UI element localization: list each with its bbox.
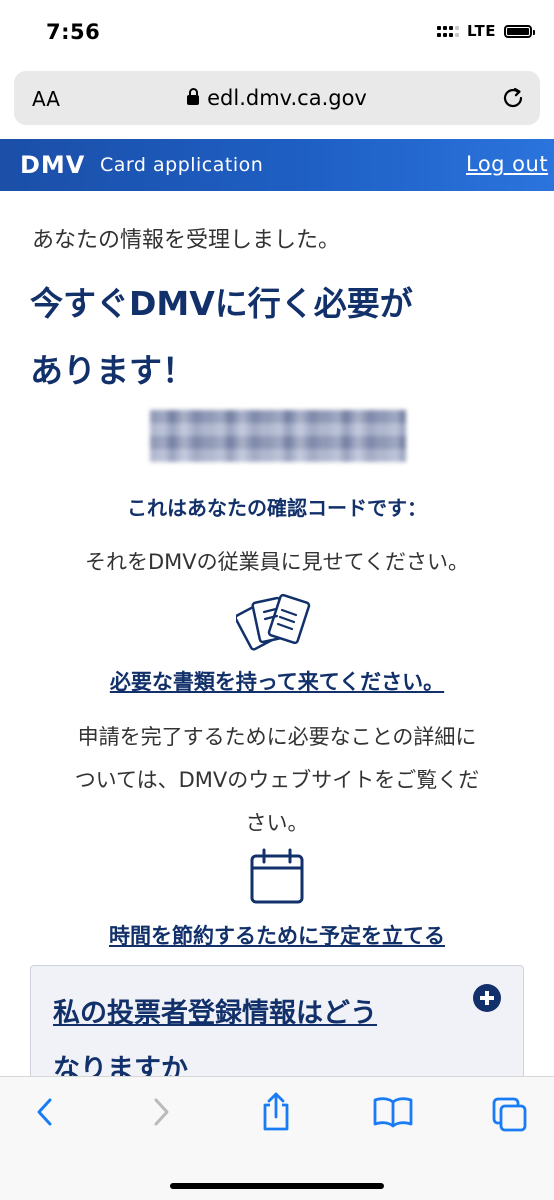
url-display[interactable]: edl.dmv.ca.gov [14,86,540,110]
calendar-icon [250,848,304,904]
share-icon[interactable] [258,1091,294,1133]
back-icon[interactable] [32,1095,58,1129]
signal-icon [436,25,459,37]
browser-toolbar [0,1076,554,1200]
dmv-logo[interactable]: DMV [20,151,85,179]
confirmation-code-label: これはあなたの確認コードです： [127,496,427,520]
network-label: LTE [466,22,496,40]
detail-line: 申請を完了するために必要なことの詳細に [77,725,477,749]
page-title-line1: 今すぐDMVに行く必要が [30,284,413,323]
page-title: 今すぐDMVに行く必要が あります！ [30,270,530,404]
appointment-link[interactable]: 時間を節約するために予定を立てる [0,920,554,950]
page-title-line2: あります！ [30,351,195,390]
accordion-title-line1: 私の投票者登録情報はどう [53,998,377,1029]
status-indicators: LTE [436,22,535,40]
bookmarks-icon[interactable] [372,1095,414,1129]
confirmation-code-redacted [150,410,406,462]
tabs-icon[interactable] [490,1095,528,1133]
documents-link[interactable]: 必要な書類を持って来てください。 [0,666,554,696]
reload-icon[interactable] [500,85,526,111]
detail-line: さい。 [245,811,309,835]
received-message: あなたの情報を受理しました。 [32,228,341,253]
status-bar: 7:56 LTE [0,0,554,62]
dmv-header: DMV Card application Log out [0,139,554,191]
detail-paragraph: 申請を完了するために必要なことの詳細に ついては、DMVのウェブサイトをご覧くだ… [34,716,520,845]
logout-link[interactable]: Log out [466,152,548,176]
lock-icon [187,88,200,105]
expand-plus-icon[interactable] [473,984,501,1012]
detail-line: ついては、DMVのウェブサイトをご覧くだ [74,768,480,792]
forward-icon[interactable] [148,1095,174,1129]
show-employee-text: それをDMVの従業員に見せてください。 [84,550,470,574]
url-text: edl.dmv.ca.gov [207,86,367,110]
status-time: 7:56 [46,20,101,44]
battery-icon [504,24,535,38]
home-indicator [170,1183,384,1189]
documents-icon [236,593,311,651]
address-bar[interactable]: AA edl.dmv.ca.gov [14,71,540,125]
header-subtitle: Card application [100,154,264,176]
